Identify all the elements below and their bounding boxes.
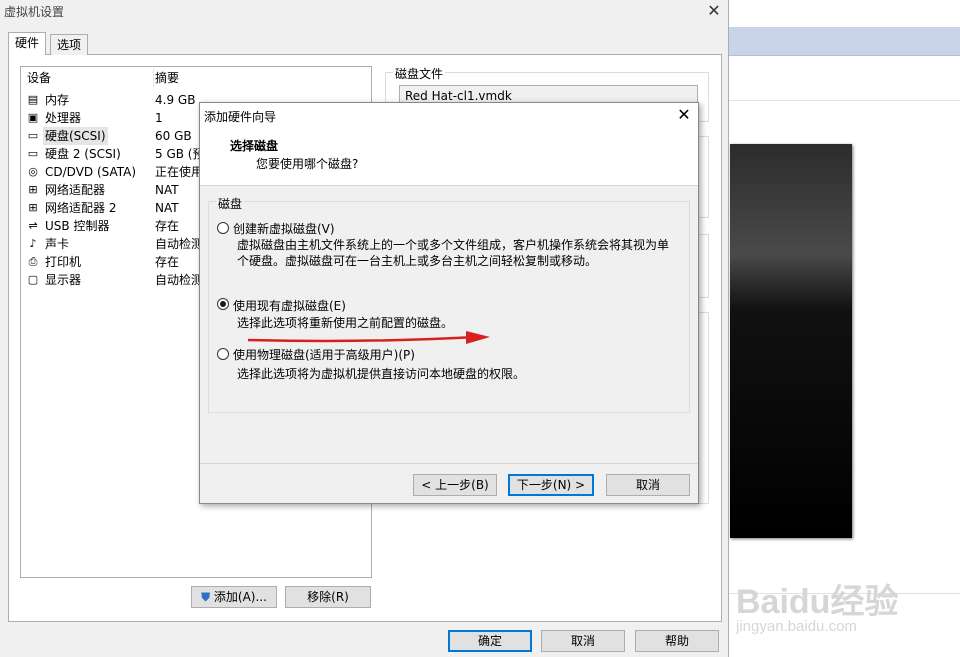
device-summary: NAT bbox=[155, 201, 179, 215]
back-button[interactable]: < 上一步(B) bbox=[413, 474, 497, 496]
hard-disk-icon: ▭ bbox=[27, 129, 39, 142]
wizard-heading: 选择磁盘 bbox=[230, 139, 279, 153]
column-header-device[interactable]: 设备 bbox=[21, 69, 154, 87]
help-button[interactable]: 帮助 bbox=[635, 630, 719, 652]
next-button[interactable]: 下一步(N) > bbox=[508, 474, 594, 496]
cancel-button[interactable]: 取消 bbox=[541, 630, 625, 652]
annotation-arrow-icon bbox=[247, 331, 490, 344]
remove-hardware-button[interactable]: 移除(R) bbox=[285, 586, 371, 608]
wizard-titlebar: 添加硬件向导 ✕ bbox=[200, 103, 698, 127]
device-name: 内存 bbox=[45, 93, 70, 107]
use-physical-disk-description: 选择此选项将为虚拟机提供直接访问本地硬盘的权限。 bbox=[237, 367, 526, 381]
cd-dvd-icon: ◎ bbox=[28, 165, 38, 178]
watermark: Baidu经验 jingyan.baidu.com bbox=[736, 574, 956, 646]
device-summary: 自动检测 bbox=[155, 237, 201, 251]
device-summary: 存在 bbox=[155, 219, 180, 233]
device-summary: 1 bbox=[155, 111, 163, 125]
device-summary: 4.9 GB bbox=[155, 93, 196, 107]
add-hardware-button[interactable]: ⛊ 添加(A)... bbox=[191, 586, 277, 608]
usb-controller-icon: ⇌ bbox=[28, 219, 38, 232]
device-summary: NAT bbox=[155, 183, 179, 197]
disk-file-label: 磁盘文件 bbox=[393, 65, 446, 82]
device-name: 硬盘(SCSI) bbox=[43, 127, 108, 145]
vm-screen-preview bbox=[730, 144, 852, 538]
use-physical-disk-radio[interactable] bbox=[217, 348, 229, 360]
device-name: 声卡 bbox=[45, 237, 70, 251]
ok-button[interactable]: 确定 bbox=[448, 630, 532, 652]
close-icon[interactable]: ✕ bbox=[704, 1, 724, 21]
window-title: 虚拟机设置 bbox=[4, 5, 65, 19]
device-summary: 自动检测 bbox=[155, 273, 201, 287]
use-existing-disk-radio[interactable] bbox=[217, 298, 229, 310]
device-summary: 60 GB bbox=[155, 129, 192, 143]
network-adapter-icon: ⊞ bbox=[28, 201, 38, 214]
shield-icon: ⛊ bbox=[201, 590, 211, 604]
printer-icon: ⎙ bbox=[28, 255, 38, 268]
watermark-url: jingyan.baidu.com bbox=[736, 618, 857, 635]
device-name: 硬盘 2 (SCSI) bbox=[45, 147, 121, 161]
column-header-summary[interactable]: 摘要 bbox=[148, 69, 355, 87]
close-icon[interactable]: ✕ bbox=[674, 105, 694, 125]
disk-group-label: 磁盘 bbox=[216, 195, 245, 212]
watermark-logo: Baidu经验 bbox=[736, 583, 899, 621]
hard-disk-icon: ▭ bbox=[27, 147, 39, 160]
sound-card-icon: ♪ bbox=[29, 237, 37, 250]
device-name: CD/DVD (SATA) bbox=[45, 165, 137, 179]
device-name: 显示器 bbox=[45, 273, 82, 287]
create-new-disk-label[interactable]: 创建新虚拟磁盘(V) bbox=[233, 220, 335, 237]
device-summary: 正在使用 bbox=[155, 165, 201, 179]
display-icon: ▢ bbox=[27, 273, 39, 286]
device-name: USB 控制器 bbox=[45, 219, 110, 233]
wizard-separator bbox=[200, 463, 698, 464]
device-name: 打印机 bbox=[45, 255, 82, 269]
device-summary: 存在 bbox=[155, 255, 180, 269]
tab-hardware[interactable]: 硬件 bbox=[8, 32, 47, 55]
create-new-disk-radio[interactable] bbox=[217, 222, 229, 234]
create-new-disk-description: 虚拟磁盘由主机文件系统上的一个或多个文件组成，客户机操作系统会将其视为单个硬盘。… bbox=[237, 238, 670, 268]
tab-options[interactable]: 选项 bbox=[50, 34, 89, 55]
wizard-subheading: 您要使用哪个磁盘? bbox=[256, 157, 359, 171]
add-hardware-wizard: 添加硬件向导 ✕ 选择磁盘 您要使用哪个磁盘? 磁盘 创建新虚拟磁盘(V) 虚拟… bbox=[199, 102, 699, 504]
processor-icon: ▣ bbox=[27, 111, 39, 124]
device-summary: 5 GB (预 bbox=[155, 147, 201, 161]
device-name: 网络适配器 bbox=[45, 183, 106, 197]
network-adapter-icon: ⊞ bbox=[28, 183, 38, 196]
background-app-toolbar bbox=[728, 27, 960, 56]
wizard-cancel-button[interactable]: 取消 bbox=[606, 474, 690, 496]
device-name: 处理器 bbox=[45, 111, 82, 125]
add-button-label: 添加(A)... bbox=[213, 590, 267, 604]
wizard-title: 添加硬件向导 bbox=[204, 110, 277, 124]
device-name: 网络适配器 2 bbox=[45, 201, 117, 215]
use-existing-disk-label[interactable]: 使用现有虚拟磁盘(E) bbox=[233, 297, 346, 314]
wizard-header: 选择磁盘 您要使用哪个磁盘? bbox=[200, 127, 698, 186]
background-divider bbox=[728, 100, 960, 101]
memory-icon: ▤ bbox=[27, 93, 39, 106]
